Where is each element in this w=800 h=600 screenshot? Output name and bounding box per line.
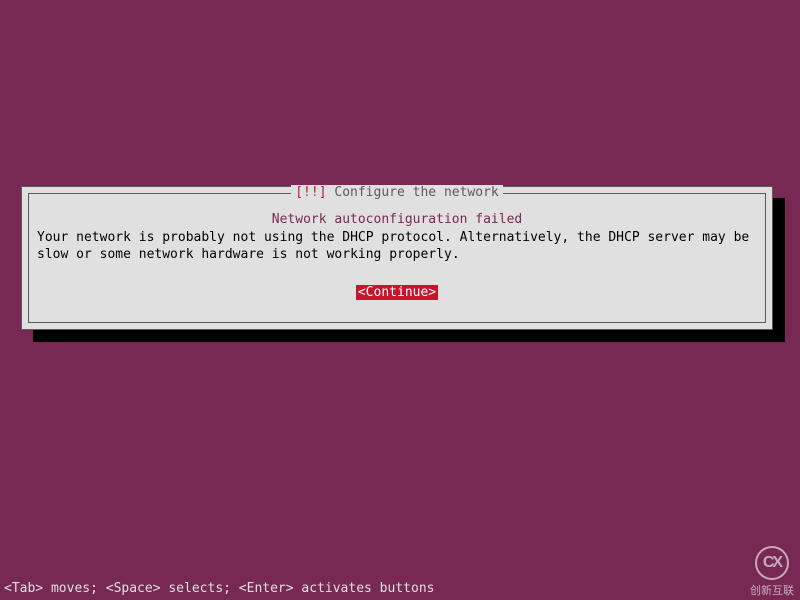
dialog-title-text: Configure the network	[334, 185, 498, 200]
hint-bar: <Tab> moves; <Space> selects; <Enter> ac…	[4, 581, 434, 596]
dialog-title-mark: [!!]	[295, 185, 326, 200]
watermark-icon: CX	[755, 546, 789, 580]
watermark-label: 创新互联	[750, 582, 794, 598]
continue-button[interactable]: <Continue>	[356, 285, 438, 300]
dialog-title-row: [!!] Configure the network	[29, 185, 765, 201]
dialog-outer-frame: [!!] Configure the network Network autoc…	[21, 186, 773, 330]
dialog-inner-frame: [!!] Configure the network Network autoc…	[28, 193, 766, 323]
dialog-subtitle: Network autoconfiguration failed	[37, 212, 757, 227]
watermark: CX 创新互联	[750, 546, 794, 598]
continue-row: <Continue>	[37, 285, 757, 300]
dialog-body-text: Your network is probably not using the D…	[37, 229, 757, 263]
